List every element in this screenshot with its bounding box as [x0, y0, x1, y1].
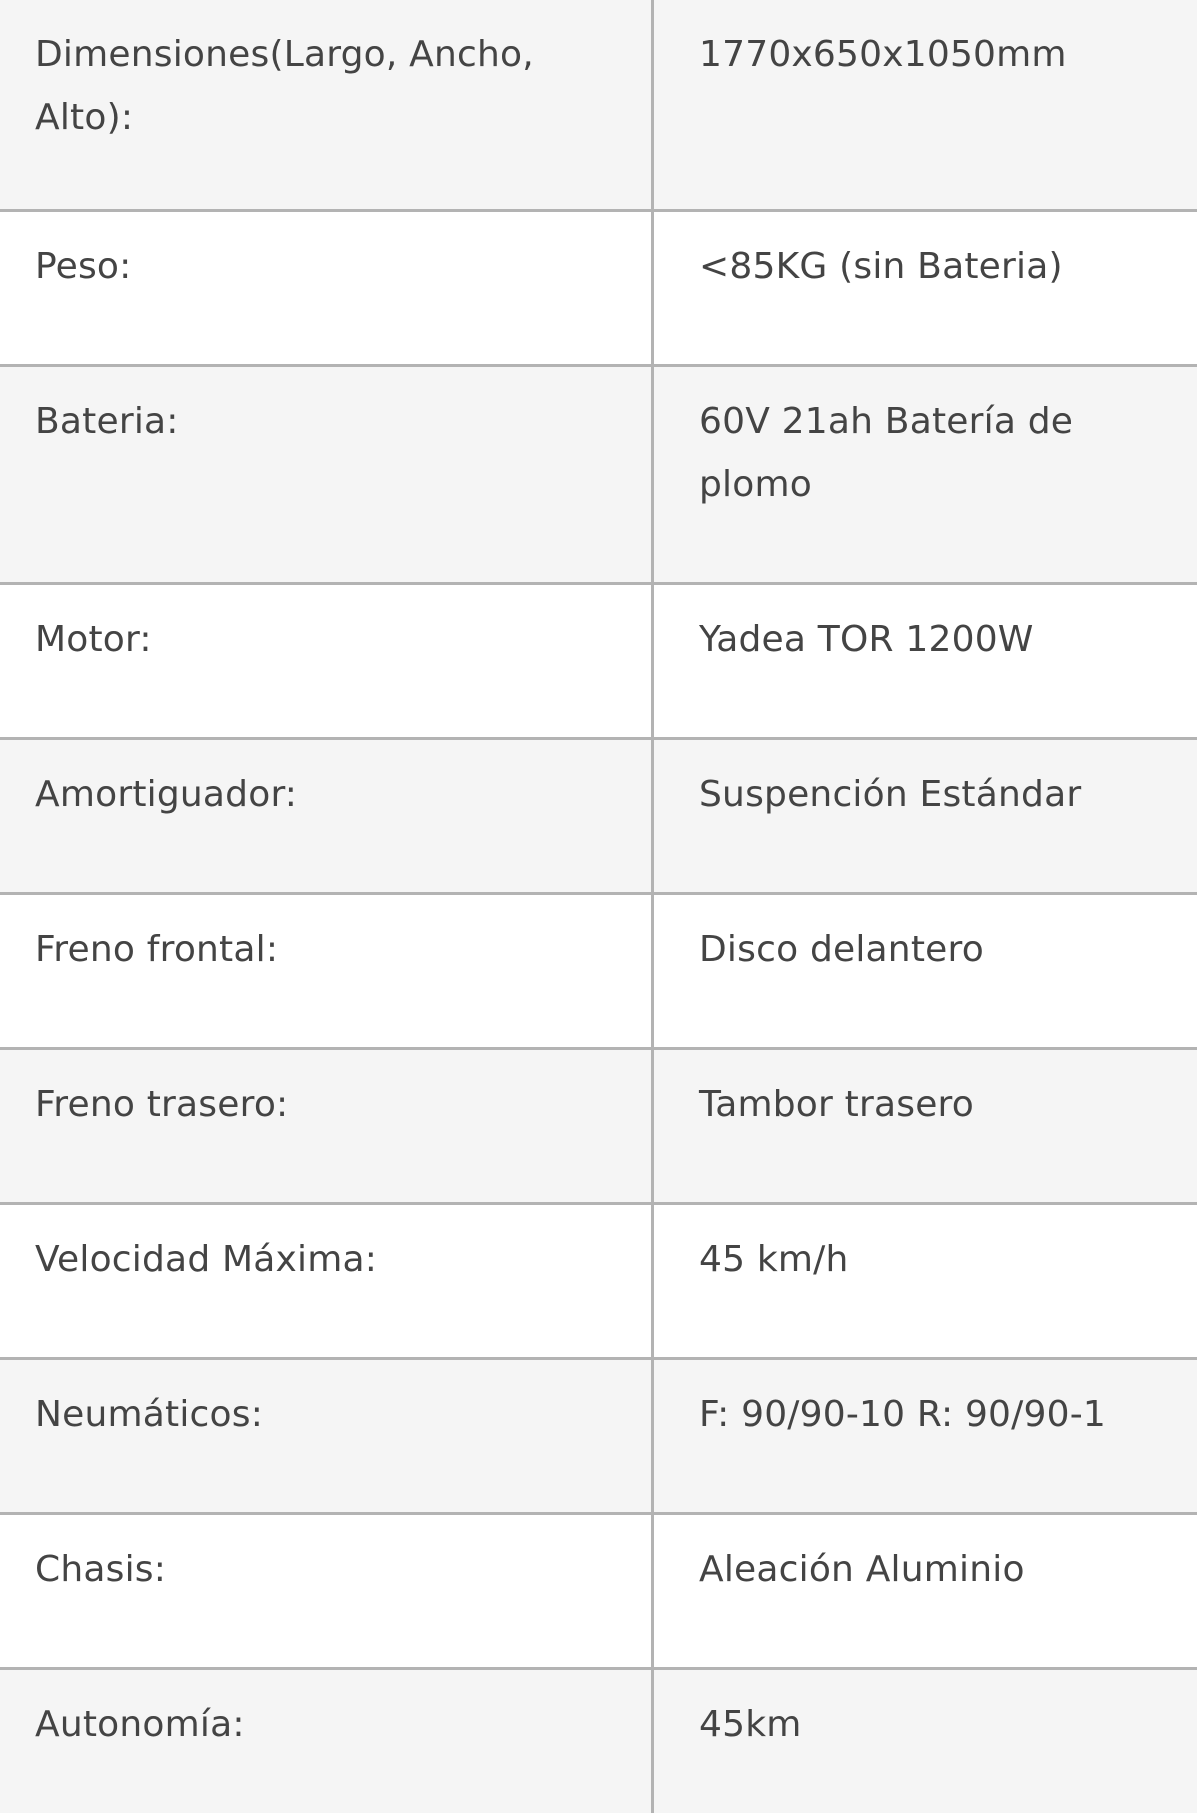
- spec-label: Bateria:: [35, 401, 179, 442]
- spec-value: <85KG (sin Bateria): [699, 246, 1063, 287]
- spec-label: Freno trasero:: [35, 1084, 289, 1125]
- spec-row-dimensions: Dimensiones(Largo, Ancho, Alto): 1770x65…: [0, 0, 1197, 212]
- spec-row-suspension: Amortiguador: Suspención Estándar: [0, 740, 1197, 895]
- spec-label: Dimensiones(Largo, Ancho, Alto):: [35, 34, 534, 138]
- column-divider: [651, 0, 654, 1813]
- spec-value: Disco delantero: [699, 929, 984, 970]
- spec-row-motor: Motor: Yadea TOR 1200W: [0, 585, 1197, 740]
- spec-row-chassis: Chasis: Aleación Aluminio: [0, 1515, 1197, 1670]
- spec-value: Aleación Aluminio: [699, 1549, 1025, 1590]
- spec-row-range: Autonomía: 45km: [0, 1670, 1197, 1813]
- spec-row-front-brake: Freno frontal: Disco delantero: [0, 895, 1197, 1050]
- spec-label: Peso:: [35, 246, 132, 287]
- spec-row-tires: Neumáticos: F: 90/90-10 R: 90/90-1: [0, 1360, 1197, 1515]
- spec-label: Autonomía:: [35, 1704, 245, 1745]
- spec-value: 45km: [699, 1704, 802, 1745]
- spec-row-battery: Bateria: 60V 21ah Batería de plomo: [0, 367, 1197, 585]
- spec-value: F: 90/90-10 R: 90/90-1: [699, 1394, 1106, 1435]
- spec-row-weight: Peso: <85KG (sin Bateria): [0, 212, 1197, 367]
- spec-label: Neumáticos:: [35, 1394, 264, 1435]
- spec-value: Tambor trasero: [699, 1084, 974, 1125]
- spec-row-rear-brake: Freno trasero: Tambor trasero: [0, 1050, 1197, 1205]
- spec-row-max-speed: Velocidad Máxima: 45 km/h: [0, 1205, 1197, 1360]
- spec-label: Amortiguador:: [35, 774, 298, 815]
- spec-label: Velocidad Máxima:: [35, 1239, 378, 1280]
- spec-value: 1770x650x1050mm: [699, 34, 1067, 75]
- spec-label: Freno frontal:: [35, 929, 279, 970]
- spec-value: 60V 21ah Batería de plomo: [699, 401, 1074, 505]
- spec-table: Dimensiones(Largo, Ancho, Alto): 1770x65…: [0, 0, 1197, 1813]
- spec-value: 45 km/h: [699, 1239, 849, 1280]
- spec-value: Suspención Estándar: [699, 774, 1082, 815]
- spec-label: Motor:: [35, 619, 152, 660]
- spec-label: Chasis:: [35, 1549, 167, 1590]
- spec-value: Yadea TOR 1200W: [699, 619, 1034, 660]
